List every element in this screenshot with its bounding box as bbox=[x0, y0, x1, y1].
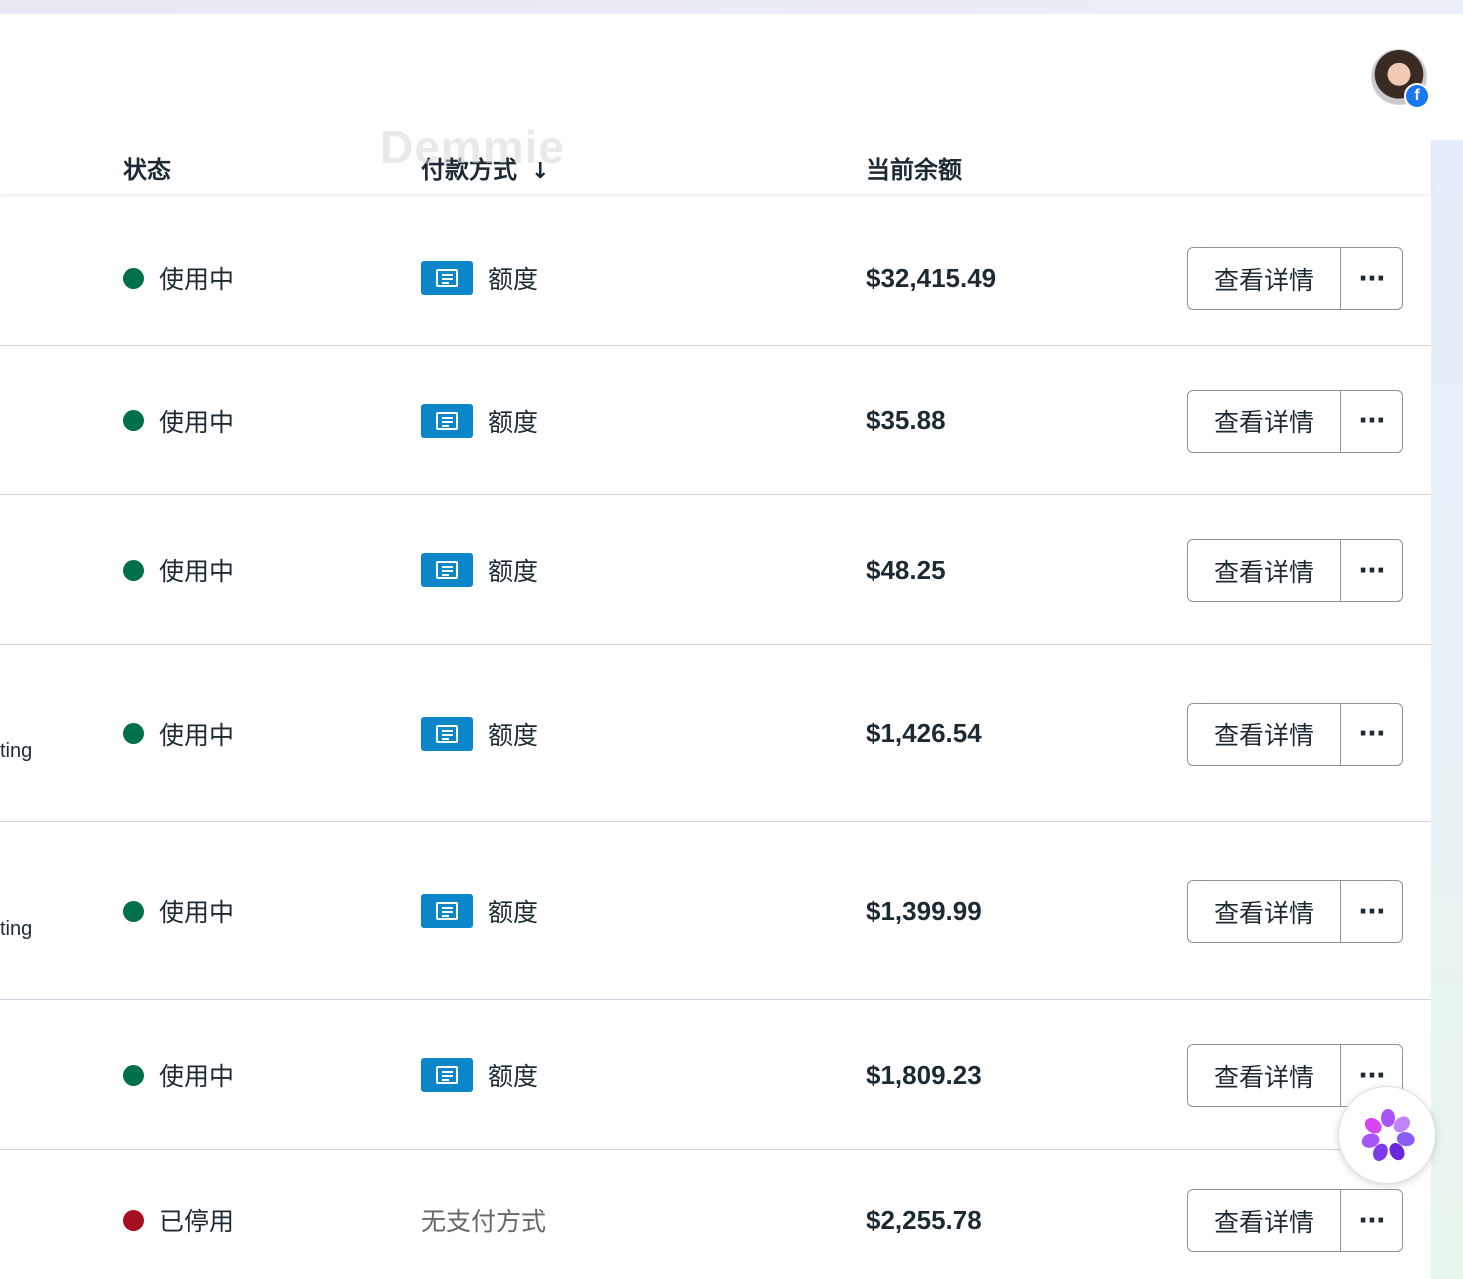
top-bar bbox=[0, 14, 1463, 140]
balance-cell: $35.88 bbox=[866, 405, 946, 435]
more-options-button[interactable]: ··· bbox=[1341, 704, 1402, 765]
status-text: 使用中 bbox=[159, 898, 235, 927]
table-row: ting 使用中 额度 $1,426.54 查看详情 ··· bbox=[0, 645, 1431, 822]
more-options-button[interactable]: ··· bbox=[1341, 391, 1402, 452]
status-cell: 使用中 bbox=[123, 1057, 234, 1093]
header-payment-label: 付款方式 bbox=[421, 156, 517, 184]
balance-cell: $1,809.23 bbox=[866, 1059, 982, 1090]
view-details-button[interactable]: 查看详情 bbox=[1188, 390, 1341, 452]
row-actions: 查看详情 ··· bbox=[1187, 247, 1403, 310]
more-options-button[interactable]: ··· bbox=[1341, 540, 1402, 601]
table-row: 使用中 额度 $32,415.49 查看详情 ··· bbox=[0, 194, 1431, 346]
view-details-button[interactable]: 查看详情 bbox=[1188, 1045, 1341, 1106]
sort-icon[interactable]: ↓ bbox=[531, 159, 549, 184]
payment-text: 额度 bbox=[488, 557, 539, 586]
balance-cell: $48.25 bbox=[866, 554, 946, 585]
balance-cell: $2,255.78 bbox=[866, 1204, 982, 1235]
credit-line-icon bbox=[421, 1058, 473, 1092]
payment-text: 额度 bbox=[488, 1062, 539, 1091]
status-dot-icon bbox=[123, 900, 144, 922]
payment-text: 额度 bbox=[488, 265, 539, 294]
header-payment[interactable]: 付款方式 ↓ bbox=[421, 150, 549, 185]
view-details-button[interactable]: 查看详情 bbox=[1188, 540, 1341, 601]
accounts-table: 状态 付款方式 ↓ 当前余额 使用中 额度 $32,415.49 查看详情 ··· 使用中额… bbox=[0, 140, 1431, 1279]
payment-cell: 额度 bbox=[421, 260, 538, 296]
status-text: 已停用 bbox=[159, 1207, 235, 1236]
balance-cell: $1,399.99 bbox=[866, 895, 982, 926]
balance-cell: $1,426.54 bbox=[866, 718, 982, 748]
payment-cell: 额度 bbox=[421, 1057, 538, 1093]
credit-line-icon bbox=[421, 553, 473, 587]
table-row: 使用中 额度 $35.88 查看详情 ··· bbox=[0, 346, 1431, 495]
row-name-fragment: ting bbox=[0, 917, 33, 940]
status-dot-icon bbox=[123, 723, 144, 744]
payment-cell: 额度 bbox=[421, 552, 538, 588]
status-text: 使用中 bbox=[159, 1062, 235, 1091]
status-text: 使用中 bbox=[159, 720, 235, 750]
row-actions: 查看详情 ··· bbox=[1187, 389, 1403, 453]
table-row: ting 使用中 额度 $1,399.99 查看详情 ··· bbox=[0, 822, 1431, 1000]
row-actions: 查看详情 ··· bbox=[1187, 702, 1403, 766]
row-actions: 查看详情 ··· bbox=[1187, 880, 1403, 943]
payment-text: 额度 bbox=[488, 407, 539, 437]
row-name-fragment: ting bbox=[0, 740, 33, 762]
credit-line-icon bbox=[421, 716, 473, 751]
assistant-button[interactable] bbox=[1338, 1086, 1436, 1184]
row-actions: 查看详情 ··· bbox=[1187, 539, 1403, 602]
more-options-button[interactable]: ··· bbox=[1341, 881, 1402, 942]
credit-line-icon bbox=[421, 261, 473, 295]
view-details-button[interactable]: 查看详情 bbox=[1188, 1190, 1341, 1251]
status-dot-icon bbox=[123, 267, 144, 289]
payment-text: 额度 bbox=[488, 898, 539, 927]
view-details-button[interactable]: 查看详情 bbox=[1188, 881, 1341, 942]
table-row: 已停用 无支付方式 $2,255.78 查看详情 ··· bbox=[0, 1150, 1431, 1279]
no-payment-text: 无支付方式 bbox=[421, 1207, 547, 1236]
balance-cell: $32,415.49 bbox=[866, 262, 997, 293]
payment-text: 额度 bbox=[488, 720, 539, 750]
status-dot-icon bbox=[123, 559, 144, 581]
view-details-button[interactable]: 查看详情 bbox=[1188, 703, 1341, 765]
status-cell: 已停用 bbox=[123, 1202, 234, 1238]
status-dot-icon bbox=[123, 410, 144, 431]
more-options-button[interactable]: ··· bbox=[1341, 248, 1402, 309]
table-header: 状态 付款方式 ↓ 当前余额 bbox=[0, 140, 1431, 194]
credit-line-icon bbox=[421, 894, 473, 928]
credit-line-icon bbox=[421, 403, 473, 438]
status-text: 使用中 bbox=[159, 557, 235, 586]
table-row: 使用中 额度 $1,809.23 查看详情 ··· bbox=[0, 1000, 1431, 1150]
payment-cell: 额度 bbox=[421, 893, 538, 929]
view-details-button[interactable]: 查看详情 bbox=[1188, 248, 1341, 309]
status-text: 使用中 bbox=[159, 407, 235, 437]
status-cell: 使用中 bbox=[123, 552, 234, 588]
status-text: 使用中 bbox=[159, 265, 235, 294]
status-dot-icon bbox=[123, 1064, 144, 1086]
flower-icon bbox=[1361, 1109, 1415, 1161]
facebook-badge-icon: f bbox=[1404, 83, 1430, 109]
status-cell: 使用中 bbox=[123, 893, 234, 929]
header-status: 状态 bbox=[123, 156, 171, 184]
payment-cell: 额度 bbox=[421, 716, 538, 752]
status-cell: 使用中 bbox=[123, 403, 234, 439]
row-actions: 查看详情 ··· bbox=[1187, 1189, 1403, 1252]
status-cell: 使用中 bbox=[123, 716, 234, 752]
top-strip bbox=[0, 0, 1463, 14]
status-dot-icon bbox=[123, 1209, 144, 1231]
header-balance: 当前余额 bbox=[866, 156, 962, 184]
status-cell: 使用中 bbox=[123, 260, 234, 296]
payment-cell: 无支付方式 bbox=[421, 1202, 546, 1238]
table-row: 使用中 额度 $48.25 查看详情 ··· bbox=[0, 495, 1431, 645]
more-options-button[interactable]: ··· bbox=[1341, 1190, 1402, 1251]
payment-cell: 额度 bbox=[421, 403, 538, 439]
